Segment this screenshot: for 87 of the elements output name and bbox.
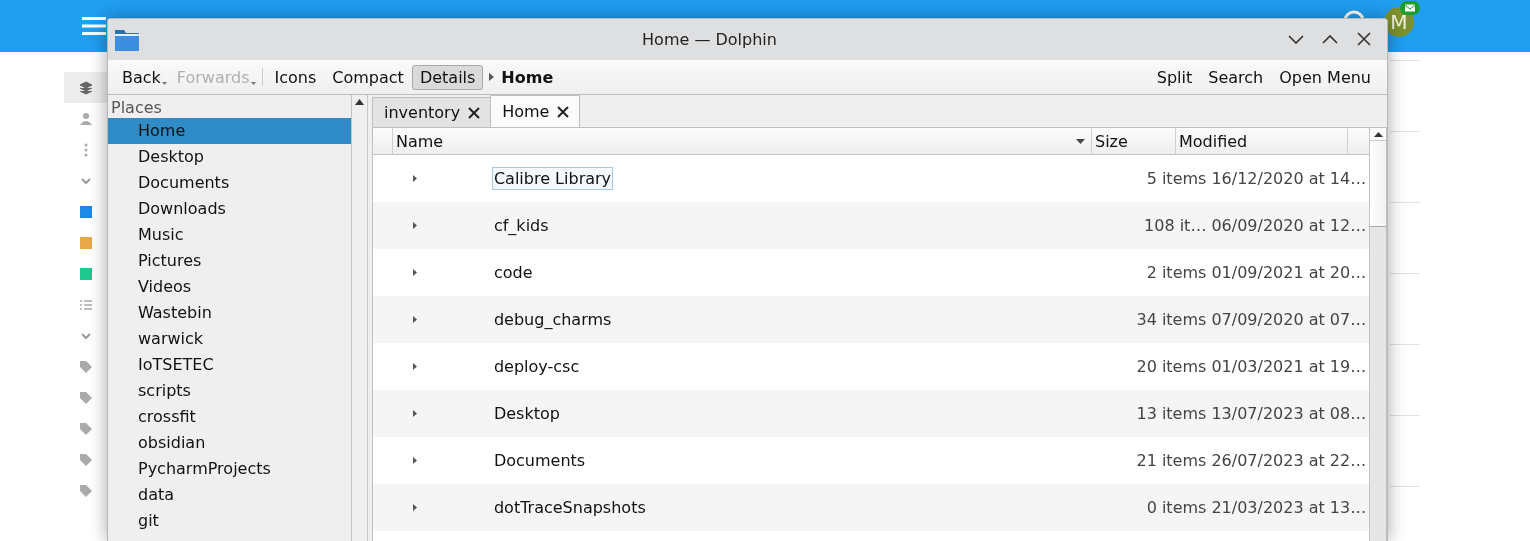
places-item[interactable]: scripts xyxy=(108,378,351,404)
toolbar-button[interactable]: Search xyxy=(1200,64,1272,90)
modified-cell-text: 21/03/2023 at 13… xyxy=(1210,498,1368,517)
places-item[interactable]: crossfit xyxy=(108,404,351,430)
scrollbar[interactable] xyxy=(1369,128,1386,541)
sort-icon xyxy=(1076,138,1085,144)
chevron-icon xyxy=(489,73,496,81)
places-item[interactable]: Documents xyxy=(108,170,351,196)
size-cell-text: 0 items xyxy=(1145,498,1208,517)
places-item[interactable]: Downloads xyxy=(108,196,351,222)
modified-cell-text: 16/12/2020 at 14… xyxy=(1210,169,1368,188)
size-cell-text: 34 items xyxy=(1135,310,1208,329)
places-item[interactable]: git xyxy=(108,508,351,534)
places-item[interactable]: Desktop xyxy=(108,144,351,170)
modified-cell-text: 26/07/2023 at 22… xyxy=(1210,451,1368,470)
search-icon[interactable] xyxy=(1342,9,1366,18)
person-icon[interactable] xyxy=(79,111,93,126)
column-header[interactable]: Size xyxy=(1092,128,1176,154)
file-name[interactable]: Calibre Library xyxy=(492,168,613,189)
caret-icon xyxy=(161,81,167,86)
size-cell-text: 2 items xyxy=(1145,263,1208,282)
places-item[interactable]: Wastebin xyxy=(108,300,351,326)
places-item[interactable]: Music xyxy=(108,222,351,248)
square-icon[interactable] xyxy=(79,266,93,281)
tab[interactable]: Home xyxy=(490,95,581,127)
places-item[interactable]: Videos xyxy=(108,274,351,300)
column-header[interactable]: Name xyxy=(393,128,1092,154)
mail-icon xyxy=(1400,1,1420,15)
places-item[interactable]: Pictures xyxy=(108,248,351,274)
scrollbar-thumb[interactable] xyxy=(1370,140,1386,227)
tag-icon[interactable] xyxy=(79,483,93,498)
modified-cell-text: 01/03/2021 at 19… xyxy=(1210,357,1368,376)
file-name[interactable]: cf_kids xyxy=(492,215,550,236)
file-name[interactable]: Desktop xyxy=(492,403,561,424)
expand-icon[interactable] xyxy=(412,504,417,511)
tab[interactable]: inventory xyxy=(372,97,492,127)
modified-cell-text: 13/07/2023 at 08… xyxy=(1210,404,1368,423)
view-mode-button[interactable]: Compact xyxy=(324,64,412,90)
close-icon[interactable] xyxy=(557,105,570,118)
places-item[interactable]: warwick xyxy=(108,326,351,352)
scroll-up-icon[interactable] xyxy=(1373,131,1383,137)
places-item[interactable]: PycharmProjects xyxy=(108,456,351,482)
size-cell-text: 5 items xyxy=(1145,169,1208,188)
square-icon[interactable] xyxy=(79,204,93,219)
scroll-up-icon[interactable] xyxy=(355,99,364,105)
caret-icon xyxy=(250,81,256,86)
expand-icon[interactable] xyxy=(412,410,417,417)
modified-cell-text: 06/09/2020 at 12… xyxy=(1210,216,1368,235)
places-item[interactable]: obsidian xyxy=(108,430,351,456)
file-name[interactable]: Documents xyxy=(492,450,587,471)
file-name[interactable]: debug_charms xyxy=(492,309,613,330)
expand-icon[interactable] xyxy=(412,269,417,276)
places-item[interactable]: data xyxy=(108,482,351,508)
nav-button[interactable]: Back xyxy=(114,64,169,90)
modified-cell-text: 07/09/2020 at 07… xyxy=(1210,310,1368,329)
places-item[interactable]: Home xyxy=(108,118,351,144)
menu-icon[interactable] xyxy=(82,16,106,36)
layers-icon[interactable] xyxy=(79,80,93,95)
file-name[interactable]: code xyxy=(492,262,534,283)
file-name[interactable]: deploy-csc xyxy=(492,356,581,377)
expand-icon[interactable] xyxy=(412,316,417,323)
close-icon[interactable] xyxy=(468,106,481,119)
toolbar-button[interactable]: Open Menu xyxy=(1271,64,1379,90)
tag-icon[interactable] xyxy=(79,421,93,436)
expand-icon[interactable] xyxy=(412,457,417,464)
size-cell-text: 13 items xyxy=(1135,404,1208,423)
size-cell-text: 20 items xyxy=(1135,357,1208,376)
size-cell-text: 108 it… xyxy=(1143,216,1208,235)
toolbar-button[interactable]: Split xyxy=(1148,64,1201,90)
modified-cell-text: 01/09/2021 at 20… xyxy=(1210,263,1368,282)
expand-icon[interactable] xyxy=(412,175,417,182)
file-name[interactable]: dotTraceSnapshots xyxy=(492,497,647,518)
expand-icon[interactable] xyxy=(412,363,417,370)
square-icon[interactable] xyxy=(79,235,93,250)
tag-icon[interactable] xyxy=(79,359,93,374)
window-title: Home — Dolphin xyxy=(641,30,778,49)
list-icon[interactable] xyxy=(79,297,93,312)
breadcrumb-item[interactable]: Home xyxy=(501,67,554,87)
view-mode-button[interactable]: Icons xyxy=(266,64,325,90)
view-mode-button[interactable]: Details xyxy=(411,64,484,90)
column-header[interactable]: Modified xyxy=(1176,128,1348,154)
expand-icon[interactable] xyxy=(412,222,417,229)
size-cell-text: 21 items xyxy=(1135,451,1208,470)
tag-icon[interactable] xyxy=(79,390,93,405)
places-heading: Places xyxy=(110,97,163,118)
places-item[interactable]: IoTSETEC xyxy=(108,352,351,378)
tag-icon[interactable] xyxy=(79,452,93,467)
